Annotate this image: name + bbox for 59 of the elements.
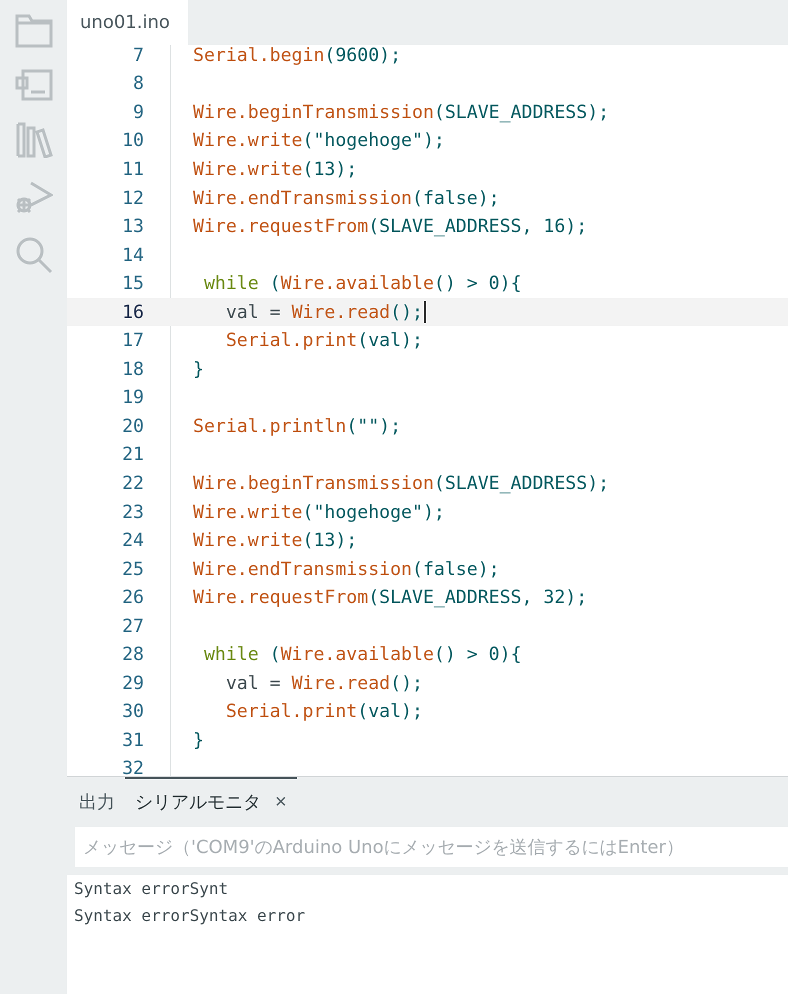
line-number: 17 [121,330,145,352]
debug-icon[interactable] [14,179,52,215]
line-number: 27 [121,616,145,637]
line-number: 29 [121,672,145,694]
line-number: 20 [121,416,145,437]
code-line: Serial.print(val); [224,701,423,722]
code-line: Wire.beginTransmission(SLAVE_ADDRESS); [193,472,610,494]
code-line: Wire.endTransmission(false); [193,558,500,580]
code-line: } [193,358,204,380]
library-icon[interactable] [14,122,52,158]
line-number: 25 [121,558,145,580]
line-number: 32 [121,758,145,776]
code-line: Wire.write("hogehoge"); [193,502,445,523]
code-line: Serial.print(val); [224,330,423,352]
output-line: Syntax errorSyntax error [74,906,306,925]
line-number: 16 [121,302,145,323]
code-line: } [193,730,204,751]
close-button[interactable]: × [275,790,287,814]
line-number: 13 [121,216,145,238]
code-line: Wire.write(13); [193,530,358,552]
line-number: 24 [121,530,145,552]
line-number: 8 [132,73,145,94]
code-line: Wire.endTransmission(false); [193,188,500,208]
code-line: Serial.begin(9600); [193,45,402,66]
line-number: 7 [132,45,145,66]
line-number: 10 [121,130,145,152]
code-line: Serial.println(""); [193,416,402,437]
line-number: 30 [121,701,145,722]
code-line: val = Wire.read(); [224,672,423,694]
code-line: Wire.write(13); [193,158,358,180]
line-number: 28 [121,644,145,666]
line-number: 19 [121,387,145,408]
code-line: while (Wire.available() > 0){ [202,644,522,666]
search-icon[interactable] [14,236,52,274]
line-number: 12 [121,188,145,208]
line-number: 31 [121,730,145,751]
code-line: Wire.write("hogehoge"); [193,130,445,152]
line-number: 21 [121,444,145,466]
file-tab[interactable]: uno01.ino [67,0,188,45]
code-line: Wire.requestFrom(SLAVE_ADDRESS, 16); [193,216,588,238]
line-number: 15 [121,273,145,294]
line-number: 11 [121,158,145,180]
line-number: 14 [121,244,145,266]
code-line: Wire.requestFrom(SLAVE_ADDRESS, 32); [193,587,588,608]
board-icon[interactable] [14,69,52,101]
folder-icon[interactable] [14,14,52,48]
panel-tab[interactable]: 出力 [69,777,125,825]
output-line: Syntax errorSynt [74,879,230,898]
line-number: 9 [132,102,145,123]
line-number: 18 [121,358,145,380]
line-number: 26 [121,587,145,608]
line-number: 23 [121,502,145,523]
panel-tab[interactable]: シリアルモニタ × [125,777,297,825]
code-line: while (Wire.available() > 0){ [202,273,522,294]
line-number: 22 [121,472,145,494]
code-line: Wire.beginTransmission(SLAVE_ADDRESS); [193,102,610,123]
message-input[interactable]: メッセージ（'COM9'のArduino Unoにメッセージを送信するにはEnter） [75,827,788,867]
code-line: val = Wire.read(); [224,302,423,323]
text-cursor [424,301,426,324]
